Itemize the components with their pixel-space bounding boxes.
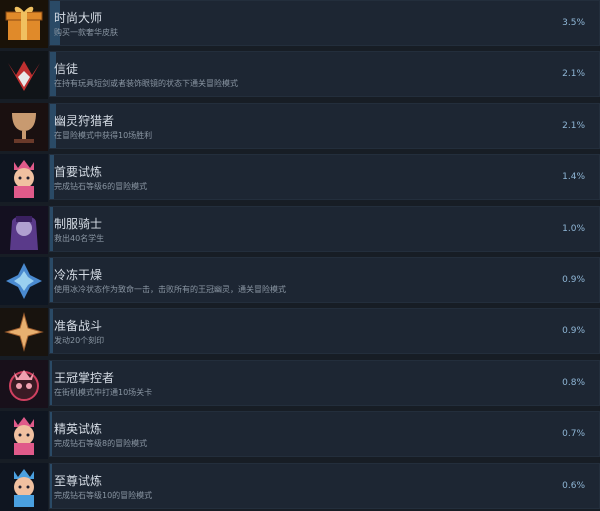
achievement-title: 至尊试炼: [54, 473, 103, 488]
unlock-percentage: 3.5%: [562, 18, 585, 28]
achievement-description: 在街机模式中打通10场关卡: [54, 387, 153, 397]
unlock-rate-bar: [50, 309, 53, 354]
unlock-rate-bar: [50, 412, 52, 457]
achievement-description: 发动20个刻印: [54, 336, 105, 346]
achievement-row[interactable]: 冷冻干燥使用冰冷状态作为致命一击，击败所有的王冠幽灵，通关冒险模式 0.9%: [0, 257, 600, 305]
gift-box-icon: [0, 0, 48, 48]
achievement-title: 首要试炼: [54, 165, 103, 180]
achievement-card: 准备战斗发动20个刻印 0.9%: [49, 308, 600, 355]
achievement-card: 幽灵狩猎者在冒险模式中获得10场胜利 2.1%: [49, 102, 600, 149]
achievement-row[interactable]: 至尊试炼完成钻石等级10的冒险模式 0.6%: [0, 462, 600, 511]
achievement-description: 完成钻石等级6的冒险模式: [54, 182, 148, 192]
princess-character-icon: [0, 411, 48, 460]
achievement-title: 时尚大师: [54, 11, 103, 25]
achievement-row[interactable]: 精英试炼完成钻石等级8的冒险模式 0.7%: [0, 411, 600, 460]
achievement-description: 使用冰冷状态作为致命一击，击败所有的王冠幽灵，通关冒险模式: [54, 285, 286, 294]
knight-character-icon: [0, 205, 48, 254]
achievement-card: 冷冻干燥使用冰冷状态作为致命一击，击败所有的王冠幽灵，通关冒险模式 0.9%: [49, 257, 600, 303]
unlock-percentage: 0.6%: [562, 480, 585, 491]
princess-character-icon: [0, 462, 48, 511]
achievement-description: 完成钻石等级8的冒险模式: [54, 439, 148, 449]
achievement-row[interactable]: 准备战斗发动20个刻印 0.9%: [0, 308, 600, 357]
achievement-title: 王冠掌控者: [54, 370, 115, 385]
crowned-ghost-icon: [0, 359, 48, 408]
achievement-card: 信徒在持有玩具短剑或者装饰眼镜的状态下通关冒险模式 2.1%: [49, 51, 600, 98]
princess-character-icon: [0, 154, 48, 203]
achievement-description: 完成钻石等级10的冒险模式: [54, 490, 153, 500]
achievement-card: 时尚大师购买一款奢华皮肤 3.5%: [49, 0, 600, 46]
achievement-card: 首要试炼完成钻石等级6的冒险模式 1.4%: [49, 154, 600, 201]
unlock-percentage: 0.9%: [562, 275, 585, 285]
unlock-rate-bar: [50, 258, 53, 302]
unlock-rate-bar: [50, 463, 52, 508]
achievement-title: 准备战斗: [54, 319, 103, 334]
unlock-percentage: 1.4%: [562, 172, 585, 183]
achievement-description: 在冒险模式中获得10场胜利: [54, 130, 153, 140]
achievement-row[interactable]: 信徒在持有玩具短剑或者装饰眼镜的状态下通关冒险模式 2.1%: [0, 51, 600, 100]
achievement-description: 购买一款奢华皮肤: [54, 28, 118, 37]
achievement-title: 信徒: [54, 62, 79, 77]
unlock-percentage: 0.8%: [562, 377, 585, 388]
achievement-card: 精英试炼完成钻石等级8的冒险模式 0.7%: [49, 411, 600, 458]
crown-shard-icon: [0, 51, 48, 100]
achievement-title: 精英试炼: [54, 422, 103, 437]
achievement-description: 救出40名学生: [54, 233, 105, 243]
unlock-percentage: 2.1%: [562, 120, 585, 131]
achievement-title: 制服骑士: [54, 216, 103, 231]
unlock-percentage: 0.7%: [562, 429, 585, 440]
achievement-row[interactable]: 时尚大师购买一款奢华皮肤 3.5%: [0, 0, 600, 48]
achievement-title: 幽灵狩猎者: [54, 113, 115, 128]
trophy-cup-icon: [0, 102, 48, 151]
achievement-row[interactable]: 制服骑士救出40名学生 1.0%: [0, 205, 600, 254]
unlock-percentage: 2.1%: [562, 69, 585, 80]
achievement-row[interactable]: 幽灵狩猎者在冒险模式中获得10场胜利 2.1%: [0, 102, 600, 151]
star-sigil-icon: [0, 308, 48, 357]
achievement-row[interactable]: 王冠掌控者在街机模式中打通10场关卡 0.8%: [0, 359, 600, 408]
ice-crystal-icon: [0, 257, 48, 305]
unlock-rate-bar: [50, 206, 53, 251]
unlock-percentage: 1.0%: [562, 223, 585, 234]
achievement-title: 冷冻干燥: [54, 268, 103, 282]
unlock-percentage: 0.9%: [562, 326, 585, 337]
unlock-rate-bar: [50, 360, 53, 405]
achievement-card: 制服骑士救出40名学生 1.0%: [49, 205, 600, 252]
achievement-row[interactable]: 首要试炼完成钻石等级6的冒险模式 1.4%: [0, 154, 600, 203]
achievement-description: 在持有玩具短剑或者装饰眼镜的状态下通关冒险模式: [54, 79, 238, 89]
achievement-card: 王冠掌控者在街机模式中打通10场关卡 0.8%: [49, 359, 600, 406]
